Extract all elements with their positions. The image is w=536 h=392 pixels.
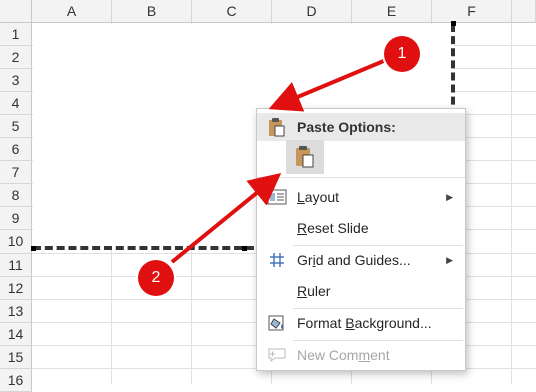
callout-badge-1: 1 <box>384 36 420 72</box>
callout-arrow-2 <box>170 172 282 264</box>
annotation-arrows <box>170 58 387 264</box>
callout-badge-2: 2 <box>138 260 174 296</box>
callout-arrow-1 <box>268 58 387 112</box>
